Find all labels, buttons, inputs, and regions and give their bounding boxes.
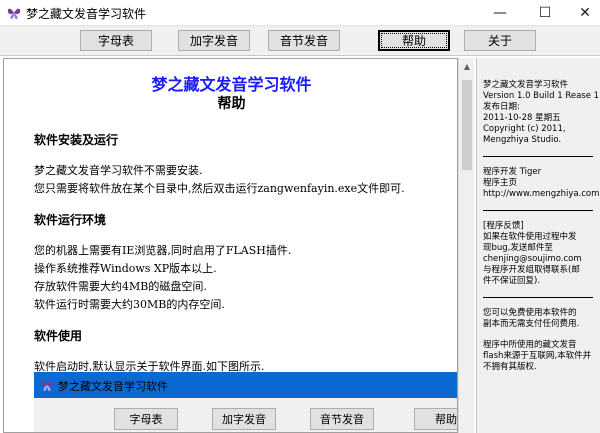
side-line: 2011-10-28 星期五 xyxy=(483,113,561,123)
section-heading-usage: 软件使用 xyxy=(34,329,83,343)
side-line: 程序主页 xyxy=(483,178,518,188)
side-line: 不拥有其版权. xyxy=(483,362,537,372)
scroll-up-arrow-icon[interactable]: ▲ xyxy=(459,58,475,74)
paragraph-line: 软件运行时需要大约30MB的内存空间. xyxy=(34,298,225,311)
side-line: 发布日期: xyxy=(483,102,520,112)
paragraph-line: 您只需要将软件放在某个目录中,然后双击运行zangwenfayin.exe文件即… xyxy=(34,182,405,195)
side-line: 您可以免费使用本软件的 xyxy=(483,308,577,318)
side-line: 梦之藏文发音学习软件 xyxy=(483,80,569,90)
side-line: 程序开发 Tiger xyxy=(483,167,542,177)
side-line: 如果在软件使用过程中发 xyxy=(483,232,577,242)
section-heading-environment: 软件运行环境 xyxy=(34,213,107,227)
help-title: 梦之藏文发音学习软件 xyxy=(151,75,312,94)
maximize-icon[interactable]: ☐ xyxy=(525,0,565,26)
paragraph-line: 梦之藏文发音学习软件不需要安装. xyxy=(34,164,203,177)
side-line: 件不保证回复). xyxy=(483,276,541,286)
paragraph-line: 您的机器上需要有IE浏览器,同时启用了FLASH插件. xyxy=(34,244,292,257)
embedded-syllable-button: 音节发音 xyxy=(310,408,374,430)
scroll-thumb[interactable] xyxy=(462,80,472,170)
divider xyxy=(483,210,593,211)
butterfly-app-icon xyxy=(40,380,54,391)
divider xyxy=(483,156,593,157)
syllable-pronunciation-button[interactable]: 音节发音 xyxy=(268,30,340,51)
section-heading-install: 软件安装及运行 xyxy=(34,133,119,147)
side-line: [程序反馈] xyxy=(483,221,524,231)
vertical-scrollbar[interactable]: ▲ xyxy=(458,58,474,433)
side-line: 程序中所使用的藏文发音 xyxy=(483,340,577,350)
paragraph-line: 操作系统推荐Windows XP版本以上. xyxy=(34,262,217,275)
email-link[interactable]: chenjing@soujimo.com xyxy=(483,254,582,265)
alphabet-button[interactable]: 字母表 xyxy=(80,30,152,51)
embedded-help-button: 帮助 xyxy=(414,408,457,430)
side-line: 现bug,发送邮件至 xyxy=(483,243,553,253)
homepage-link[interactable]: http://www.mengzhiya.com xyxy=(483,189,599,200)
embedded-prefix-button: 加字发音 xyxy=(212,408,276,430)
embedded-alphabet-button: 字母表 xyxy=(114,408,178,430)
about-side-panel: 梦之藏文发音学习软件 Version 1.0 Build 1 Rease 1 发… xyxy=(476,58,600,433)
prefix-pronunciation-button[interactable]: 加字发音 xyxy=(178,30,250,51)
title-bar: 梦之藏文发音学习软件 — ☐ ✕ xyxy=(0,0,600,26)
minimize-icon[interactable]: — xyxy=(480,0,520,26)
window-title: 梦之藏文发音学习软件 xyxy=(26,7,147,21)
toolbar: 字母表 加字发音 音节发音 帮助 关于 xyxy=(0,26,600,56)
help-button[interactable]: 帮助 xyxy=(378,30,450,51)
embedded-title: 梦之藏文发音学习软件 xyxy=(58,380,168,393)
close-icon[interactable]: ✕ xyxy=(565,0,600,26)
about-button[interactable]: 关于 xyxy=(464,30,536,51)
embedded-title-bar: 梦之藏文发音学习软件 xyxy=(34,372,457,398)
paragraph-line: 存放软件需要大约4MB的磁盘空间. xyxy=(34,280,207,293)
help-subtitle: 帮助 xyxy=(217,96,246,112)
side-line: Mengzhiya Studio. xyxy=(483,135,562,145)
side-line: Version 1.0 Build 1 Rease 1 xyxy=(483,91,600,101)
side-line: 副本而无需支付任何费用. xyxy=(483,319,580,329)
side-line: 与程序开发组取得联系(邮 xyxy=(483,265,580,275)
embedded-screenshot: 梦之藏文发音学习软件 字母表 加字发音 音节发音 帮助 xyxy=(34,372,457,432)
side-line: flash来源于互联网,本软件并 xyxy=(483,351,592,361)
embedded-toolbar: 字母表 加字发音 音节发音 帮助 xyxy=(34,398,457,432)
side-line: Copyright (c) 2011, xyxy=(483,124,566,134)
help-content-pane[interactable]: 梦之藏文发音学习软件 帮助 软件安装及运行 梦之藏文发音学习软件不需要安装. 您… xyxy=(3,58,458,433)
divider xyxy=(483,297,593,298)
butterfly-app-icon xyxy=(7,8,21,19)
